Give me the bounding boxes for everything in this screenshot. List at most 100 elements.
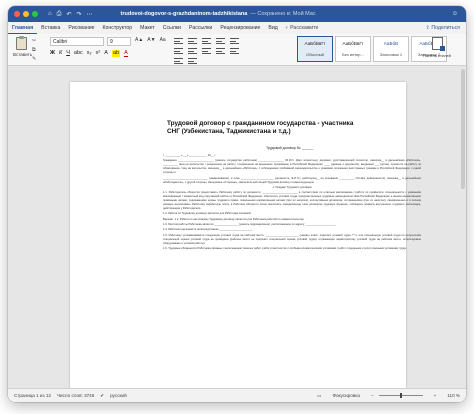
cut-icon[interactable]: ✂ [32,38,36,44]
subscript-button[interactable]: x₂ [87,50,92,57]
ribbon-tabs: Главная Вставка Рисование Конструктор Ма… [8,22,466,34]
zoom-level[interactable]: 110 % [447,393,460,398]
tab-layout[interactable]: Макет [136,22,159,34]
justify-icon[interactable] [230,48,239,54]
format-painter-icon[interactable]: ✎ [32,56,36,62]
view-controls: ▭ Фокусировка − + 110 % [311,393,460,399]
paste-button[interactable]: Вставить [13,36,33,61]
status-bar: Страница 1 из 12 Число слов: 3746 ✔ русс… [8,388,466,402]
vertical-scrollbar[interactable] [461,69,465,189]
text-effects-icon[interactable]: A [104,50,108,57]
tab-home[interactable]: Главная [8,22,38,34]
tab-insert[interactable]: Вставка [37,22,64,34]
more-icon[interactable]: ⋯ [87,11,93,18]
copy-icon[interactable]: ⧉ [32,47,36,53]
style-preview: АаБбВвГг [342,41,364,46]
paragraph: Гражданин ________________________ (указ… [163,159,421,175]
superscript-button[interactable]: x² [96,50,101,57]
tab-design[interactable]: Конструктор [99,22,137,34]
word-count[interactable]: Число слов: 3746 [57,393,94,398]
minimize-window-button[interactable] [23,11,29,17]
paragraph: 1.3. Местом работы Работника является __… [163,223,337,227]
close-window-button[interactable] [14,11,20,17]
styles-pane-button[interactable]: Панель стилей [420,37,454,58]
decrease-indent-icon[interactable] [216,38,225,44]
sort-icon[interactable] [174,48,183,54]
highlight-color-button[interactable]: ab [111,50,121,57]
styles-pane-icon [431,37,445,51]
paragraph: 1.6. Трудовые обязанности Работника связ… [163,246,407,250]
shading-icon[interactable] [188,58,197,64]
home-icon[interactable]: ⌂ [48,11,52,17]
font-family-select[interactable]: Calibri [50,37,104,46]
paragraph: 1.2. Работа по Трудовому договору являет… [163,212,252,216]
bold-button[interactable]: Ж [50,50,55,57]
tab-draw[interactable]: Рисование [64,22,98,34]
zoom-slider[interactable] [378,393,423,398]
save-status: — Сохранено в: Мой Mac [250,11,316,17]
tab-view[interactable]: Вид [264,22,281,34]
shrink-font-icon[interactable]: A▼ [147,37,155,43]
section-heading: 1. Предмет Трудового договора [272,185,312,189]
zoom-slider-thumb[interactable] [399,393,402,398]
title-bar: ⌂ ⎙ ↶ ↷ ⋯ trudovoi-dogovor-s-grazhdanino… [8,6,466,22]
grow-font-icon[interactable]: A▲ [135,37,143,43]
tab-references[interactable]: Ссылки [159,22,185,34]
font-size-buttons: A▲ A▼ Aa [135,37,166,43]
home-ribbon: Вставить ✂ ⧉ ✎ Calibri 9 A▲ A▼ Aa Ж К Ч … [8,34,466,66]
tab-mailings[interactable]: Рассылки [185,22,216,34]
paragraph: 1.4. Работник подчиняется непосредственн… [163,228,254,232]
document-filename: trudovoi-dogovor-s-grazhdaninom-tadzhiki… [120,11,248,17]
tell-me-search[interactable]: ♀ Расскажите [285,25,319,31]
document-page[interactable]: Трудовой договор с гражданином государст… [70,82,421,388]
clipboard-tools: ✂ ⧉ ✎ [32,38,36,62]
page-count[interactable]: Страница 1 из 12 [14,393,51,398]
document-canvas[interactable]: Трудовой договор с гражданином государст… [8,66,466,388]
tell-me-label: Расскажите [290,25,319,31]
increase-indent-icon[interactable] [230,38,239,44]
share-button[interactable]: ⇪ Поделиться [426,25,460,31]
undo-icon[interactable]: ↶ [66,11,71,18]
style-no-spacing[interactable]: АаБбВвГг Без интер... [335,36,371,62]
clipboard-icon [15,36,27,50]
proofing-icon[interactable]: ✔ [100,393,104,399]
strikethrough-button[interactable]: abc [74,50,83,57]
styles-pane-label: Панель стилей [423,53,451,58]
italic-button[interactable]: К [59,50,62,57]
document-title: trudovoi-dogovor-s-grazhdaninom-tadzhiki… [121,11,316,17]
paragraph: 1.5. Работнику устанавливаются следующие… [163,233,421,245]
style-heading-1[interactable]: АаБбВ Заголовок 1 [373,36,409,62]
zoom-window-button[interactable] [32,11,38,17]
line-spacing-icon[interactable] [174,58,183,64]
redo-icon[interactable]: ↷ [76,11,81,18]
zoom-out-icon[interactable]: − [371,393,374,398]
font-size-select[interactable]: 9 [107,37,131,46]
language-status[interactable]: русский [110,393,126,398]
align-right-icon[interactable] [216,48,225,54]
quick-access-toolbar: ⌂ ⎙ ↶ ↷ ⋯ [48,11,93,18]
contract-number: Трудовой договор № ______ [266,146,314,150]
style-normal[interactable]: АаБбВвГг Обычный [297,36,333,62]
style-name: Обычный [306,52,324,57]
document-heading: Трудовой договор с гражданином государст… [167,120,354,135]
account-icon[interactable]: ☺ [452,11,458,17]
paste-label: Вставить [13,52,33,57]
layout-view-icon[interactable]: ▭ [317,393,321,399]
bullets-icon[interactable] [174,38,183,44]
tab-review[interactable]: Рецензирование [216,22,264,34]
align-center-icon[interactable] [202,48,211,54]
style-name: Заголовок 1 [379,52,403,57]
font-color-button[interactable]: A [124,50,128,57]
paragraph: Вариант. 1.2. Работа по настоящему Трудо… [163,217,305,221]
align-left-icon[interactable] [188,48,197,54]
numbering-icon[interactable] [188,38,197,44]
paragraph: ______________________________ (наименов… [163,176,421,184]
save-icon[interactable]: ⎙ [57,11,62,18]
share-label: Поделиться [431,25,460,31]
word-window: ⌂ ⎙ ↶ ↷ ⋯ trudovoi-dogovor-s-grazhdanino… [8,6,466,402]
underline-button[interactable]: Ч [66,50,70,57]
multilevel-list-icon[interactable] [202,38,211,44]
change-case-icon[interactable]: Aa [160,37,166,43]
zoom-in-icon[interactable]: + [434,393,437,398]
focus-mode-button[interactable]: Фокусировка [333,393,360,398]
